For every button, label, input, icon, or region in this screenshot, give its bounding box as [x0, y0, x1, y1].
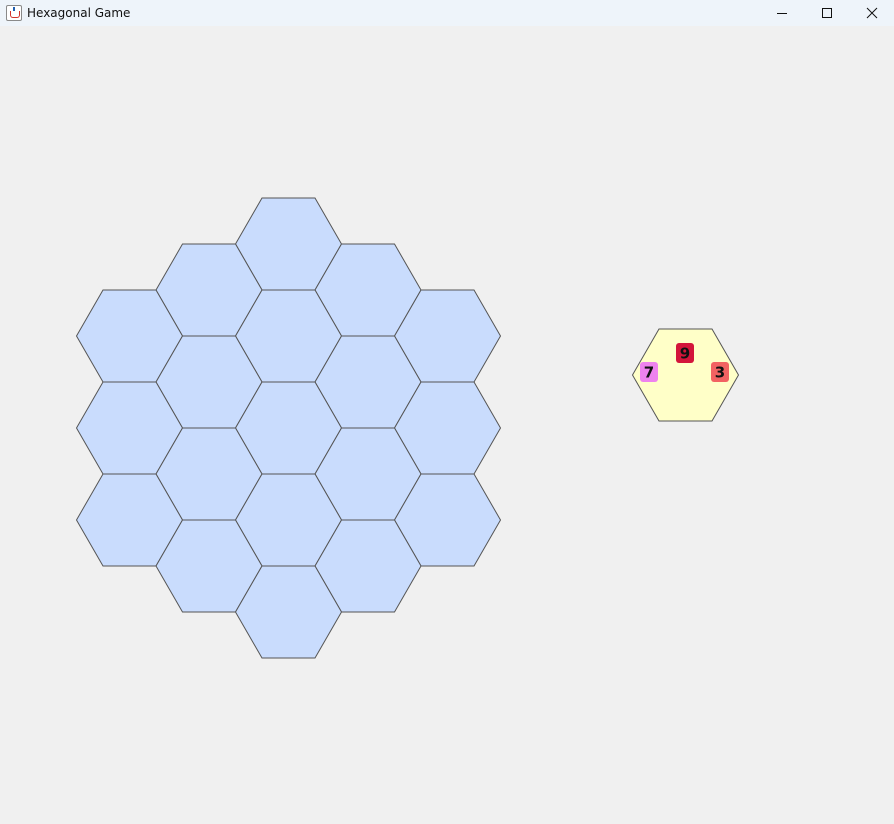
next-piece[interactable]: 9 7 3 [631, 328, 740, 422]
piece-token-left: 7 [640, 362, 658, 382]
minimize-button[interactable] [759, 0, 804, 26]
game-canvas[interactable]: 9 7 3 [0, 26, 894, 824]
window-title: Hexagonal Game [27, 6, 131, 20]
maximize-button[interactable] [804, 0, 849, 26]
token-label: 7 [644, 364, 654, 382]
close-icon [866, 7, 877, 19]
close-button[interactable] [849, 0, 894, 26]
token-label: 3 [715, 364, 725, 382]
piece-token-top: 9 [676, 343, 694, 363]
token-label: 9 [680, 345, 690, 363]
window-controls [759, 0, 894, 26]
java-coffee-cup-icon [6, 5, 22, 21]
title-bar[interactable]: Hexagonal Game [0, 0, 894, 26]
piece-token-right: 3 [711, 362, 729, 382]
minimize-icon [776, 13, 787, 14]
maximize-icon [821, 8, 832, 18]
hex-board[interactable] [75, 197, 502, 659]
